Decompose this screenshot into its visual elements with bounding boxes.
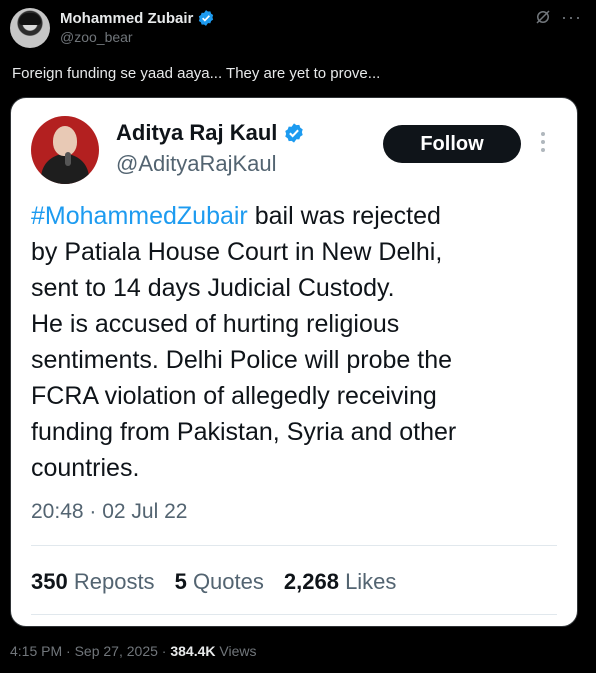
body-line: #MohammedZubair bail was rejected bbox=[31, 198, 561, 234]
views-label: Views bbox=[219, 643, 257, 659]
reposts-stat: 350 Reposts bbox=[31, 569, 155, 595]
separator: · bbox=[66, 643, 71, 659]
outer-tweet-header: Mohammed Zubair @zoo_bear ··· bbox=[10, 6, 586, 48]
quoted-tweet-body: #MohammedZubair bail was rejected by Pat… bbox=[31, 198, 561, 486]
verified-badge-icon bbox=[199, 10, 214, 26]
quoted-timestamp: 20:48 · 02 Jul 22 bbox=[31, 500, 188, 523]
quoted-stats: 350 Reposts 5 Quotes 2,268 Likes bbox=[31, 569, 396, 595]
quotes-stat: 5 Quotes bbox=[175, 569, 264, 595]
divider bbox=[31, 614, 557, 615]
verified-badge-icon bbox=[285, 123, 304, 143]
views-count: 384.4K bbox=[170, 643, 216, 659]
reposts-label: Reposts bbox=[73, 569, 155, 594]
quotes-count: 5 bbox=[174, 569, 187, 594]
hashtag-link[interactable]: #MohammedZubair bbox=[31, 202, 248, 230]
body-line: He is accused of hurting religious bbox=[31, 310, 400, 338]
outer-author-handle[interactable]: @zoo_bear bbox=[60, 29, 133, 45]
outer-tweet-text: Foreign funding se yaad aaya... They are… bbox=[12, 65, 381, 82]
quoted-tweet-card[interactable]: Aditya Raj Kaul @AdityaRajKaul Follow #M… bbox=[10, 97, 578, 627]
quoted-author-handle: @AdityaRajKaul bbox=[116, 151, 277, 176]
body-line: sent to 14 days Judicial Custody. bbox=[31, 274, 395, 302]
body-line: sentiments. Delhi Police will probe the bbox=[31, 346, 453, 374]
reposts-count: 350 bbox=[31, 569, 68, 594]
quotes-label: Quotes bbox=[192, 569, 264, 594]
likes-count: 2,268 bbox=[283, 569, 339, 594]
body-line: funding from Pakistan, Syria and other bbox=[31, 418, 457, 446]
body-line: by Patiala House Court in New Delhi, bbox=[31, 238, 443, 266]
body-line: FCRA violation of allegedly receiving bbox=[31, 382, 437, 410]
follow-button[interactable]: Follow bbox=[383, 125, 521, 163]
likes-label: Likes bbox=[345, 569, 397, 594]
quoted-author-name: Aditya Raj Kaul bbox=[116, 120, 278, 145]
tweet-time[interactable]: 4:15 PM bbox=[10, 643, 62, 659]
avatar[interactable] bbox=[10, 8, 50, 48]
quoted-avatar bbox=[31, 116, 99, 184]
body-line: countries. bbox=[31, 454, 140, 482]
more-icon[interactable]: ··· bbox=[561, 8, 582, 26]
body-line-text: bail was rejected bbox=[247, 202, 441, 230]
outer-tweet-meta: 4:15 PM · Sep 27, 2025 · 384.4K Views bbox=[10, 643, 256, 659]
tweet-date[interactable]: Sep 27, 2025 bbox=[75, 643, 158, 659]
more-icon[interactable] bbox=[541, 132, 547, 156]
outer-author-row: Mohammed Zubair bbox=[60, 9, 215, 27]
quoted-author-row: Aditya Raj Kaul bbox=[116, 120, 305, 146]
likes-stat: 2,268 Likes bbox=[284, 569, 397, 595]
separator: · bbox=[161, 643, 167, 659]
divider bbox=[31, 545, 557, 546]
grok-icon[interactable] bbox=[534, 8, 552, 26]
outer-author-name[interactable]: Mohammed Zubair bbox=[60, 10, 193, 27]
